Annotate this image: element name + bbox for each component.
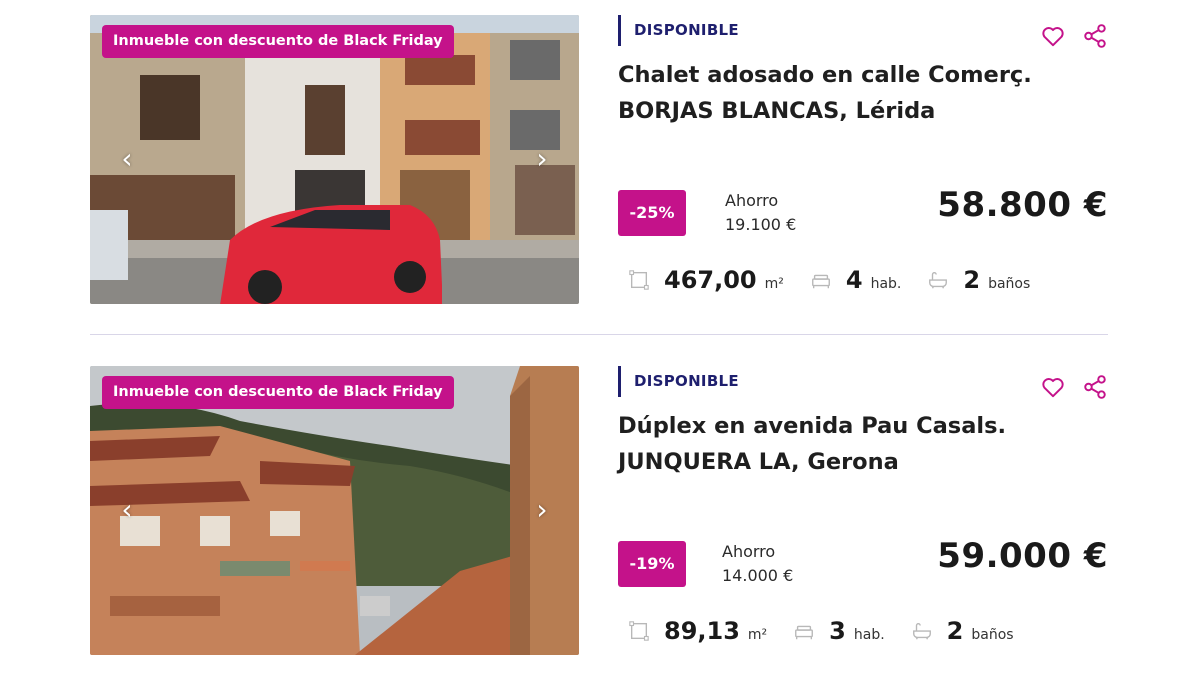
listing-card[interactable]: Inmueble con descuento de Black Friday ‹…	[90, 366, 1108, 656]
price: 59.000 €	[937, 536, 1108, 576]
rooms-unit: hab.	[853, 627, 885, 643]
savings-block: Ahorro 19.100 €	[725, 189, 796, 237]
rooms-value: 3	[829, 617, 846, 645]
status-label: DISPONIBLE	[618, 15, 739, 46]
heart-icon[interactable]	[1040, 23, 1066, 49]
status-label: DISPONIBLE	[618, 366, 739, 397]
black-friday-badge: Inmueble con descuento de Black Friday	[102, 25, 454, 58]
specs-row: 89,13 m² 3 hab. 2 baños	[628, 614, 1040, 648]
savings-label: Ahorro	[722, 542, 776, 561]
listing-card[interactable]: Inmueble con descuento de Black Friday ‹…	[90, 15, 1108, 305]
listing-photo[interactable]: Inmueble con descuento de Black Friday ‹…	[90, 15, 579, 304]
bathtub-icon	[929, 272, 948, 289]
listing-title[interactable]: Chalet adosado en calle Comerç. BORJAS B…	[618, 57, 1078, 129]
area-icon	[629, 270, 649, 290]
chevron-left-icon[interactable]: ‹	[116, 145, 138, 173]
share-icon[interactable]	[1082, 23, 1108, 49]
area-icon	[629, 621, 649, 641]
listing-divider	[90, 334, 1108, 335]
spec-area: 89,13 m²	[628, 617, 767, 645]
area-value: 89,13	[664, 617, 740, 645]
discount-badge: -19%	[618, 541, 686, 587]
title-line-2: JUNQUERA LA, Gerona	[618, 449, 899, 475]
bathtub-icon	[912, 623, 931, 640]
card-actions	[1040, 23, 1108, 49]
savings-block: Ahorro 14.000 €	[722, 540, 793, 588]
rooms-unit: hab.	[870, 276, 902, 292]
share-icon[interactable]	[1082, 374, 1108, 400]
card-actions	[1040, 374, 1108, 400]
spec-baths: 2 baños	[911, 617, 1014, 645]
black-friday-badge: Inmueble con descuento de Black Friday	[102, 376, 454, 409]
baths-value: 2	[963, 266, 981, 294]
savings-label: Ahorro	[725, 191, 779, 210]
title-line-1: Chalet adosado en calle Comerç.	[618, 62, 1032, 88]
area-value: 467,00	[664, 266, 757, 294]
spec-area: 467,00 m²	[628, 266, 784, 294]
savings-amount: 14.000 €	[722, 566, 794, 585]
listing-photo[interactable]: Inmueble con descuento de Black Friday ‹…	[90, 366, 579, 655]
chevron-left-icon[interactable]: ‹	[116, 496, 138, 524]
discount-badge: -25%	[618, 190, 686, 236]
area-unit: m²	[747, 627, 768, 643]
specs-row: 467,00 m² 4 hab. 2 baños	[628, 263, 1056, 297]
baths-value: 2	[946, 617, 964, 645]
price: 58.800 €	[937, 185, 1108, 225]
baths-unit: baños	[971, 627, 1014, 643]
savings-amount: 19.100 €	[725, 215, 797, 234]
house-photo-image	[90, 15, 579, 304]
heart-icon[interactable]	[1040, 374, 1066, 400]
house-photo-image	[90, 366, 579, 655]
title-line-2: BORJAS BLANCAS, Lérida	[618, 98, 936, 124]
spec-baths: 2 baños	[927, 266, 1030, 294]
spec-rooms: 3 hab.	[793, 617, 885, 645]
rooms-value: 4	[845, 266, 863, 294]
area-unit: m²	[764, 276, 784, 292]
baths-unit: baños	[988, 276, 1031, 292]
listing-title[interactable]: Dúplex en avenida Pau Casals. JUNQUERA L…	[618, 408, 1078, 480]
chevron-right-icon[interactable]: ›	[531, 496, 553, 524]
title-line-1: Dúplex en avenida Pau Casals.	[618, 413, 1007, 439]
spec-rooms: 4 hab.	[810, 266, 902, 294]
bed-icon	[795, 625, 814, 640]
chevron-right-icon[interactable]: ›	[531, 145, 553, 173]
bed-icon	[811, 274, 830, 289]
